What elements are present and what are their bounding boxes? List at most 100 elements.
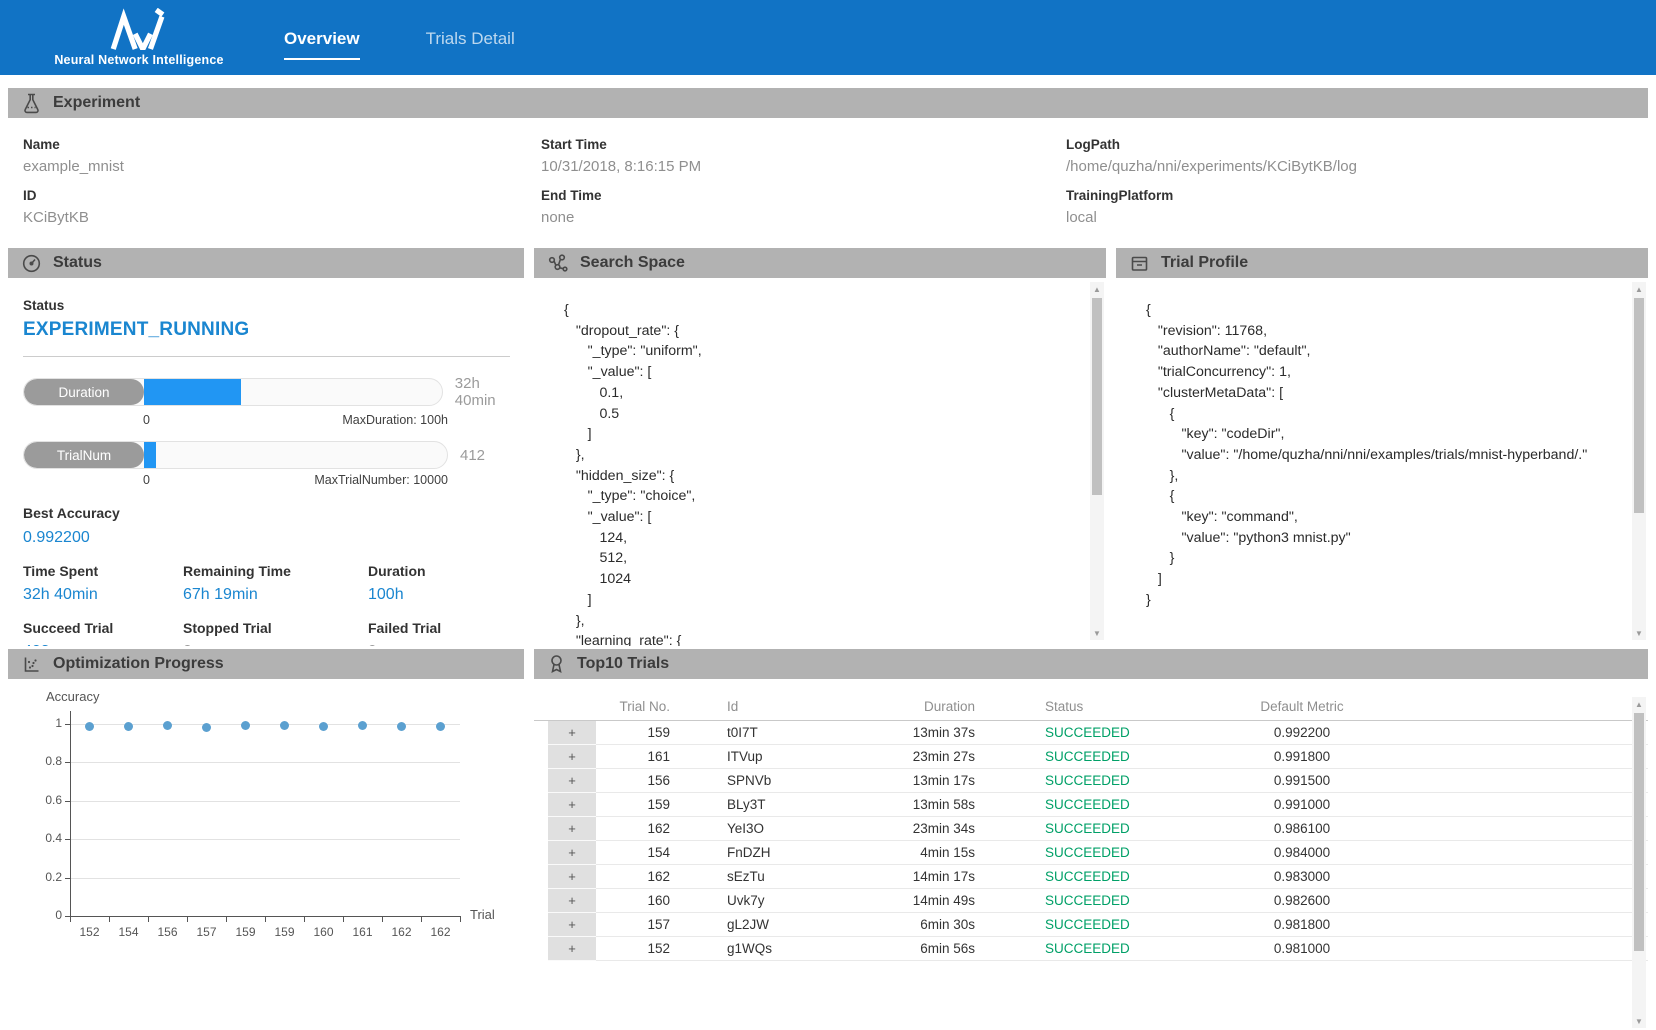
x-tick-label: 157 bbox=[189, 925, 225, 939]
search-space-scroll-thumb[interactable] bbox=[1092, 298, 1102, 495]
x-tick bbox=[460, 916, 461, 922]
x-tick bbox=[187, 916, 188, 922]
metric-succeed-trial: Succeed Trial 403 bbox=[23, 620, 183, 646]
top10-scrollbar[interactable]: ▲ ▼ bbox=[1632, 697, 1646, 1028]
duration-progress-row: Duration 32h 40min bbox=[23, 375, 524, 409]
expand-row-button[interactable]: + bbox=[548, 865, 596, 889]
cell-default-metric: 0.986100 bbox=[1172, 817, 1432, 841]
x-tick-label: 161 bbox=[345, 925, 381, 939]
trialnum-progress-track: TrialNum bbox=[23, 441, 448, 469]
page-main: Experiment Name example_mnist ID KCiBytK… bbox=[0, 75, 1656, 1030]
expand-row-button[interactable]: + bbox=[548, 769, 596, 793]
experiment-section: Experiment Name example_mnist ID KCiBytK… bbox=[8, 88, 1648, 246]
cell-default-metric: 0.981800 bbox=[1172, 913, 1432, 937]
trialnum-max: MaxTrialNumber: 10000 bbox=[314, 473, 448, 487]
field-name-value: example_mnist bbox=[23, 158, 541, 179]
search-space-panel: { "dropout_rate": { "_type": "uniform", … bbox=[534, 278, 1106, 646]
expand-row-button[interactable]: + bbox=[548, 793, 596, 817]
field-start-time-label: Start Time bbox=[541, 130, 1066, 158]
trialnum-progress-value: 412 bbox=[460, 447, 485, 464]
scroll-up-icon[interactable]: ▲ bbox=[1632, 282, 1646, 296]
field-end-time-label: End Time bbox=[541, 181, 1066, 209]
expand-row-button[interactable]: + bbox=[548, 889, 596, 913]
cell-duration: 13min 17s bbox=[837, 769, 987, 793]
search-space-scrollbar[interactable]: ▲ ▼ bbox=[1090, 282, 1104, 640]
experiment-col-2: Start Time 10/31/2018, 8:16:15 PM End Ti… bbox=[541, 130, 1066, 232]
duration-min: 0 bbox=[143, 413, 150, 427]
cell-default-metric: 0.991000 bbox=[1172, 793, 1432, 817]
cell-status: SUCCEEDED bbox=[987, 913, 1172, 937]
y-tick-label: 0.8 bbox=[30, 754, 62, 768]
cell-status: SUCCEEDED bbox=[987, 793, 1172, 817]
cell-default-metric: 0.982600 bbox=[1172, 889, 1432, 913]
cell-trial-no: 152 bbox=[596, 937, 682, 961]
cell-id: ITVup bbox=[682, 745, 837, 769]
cell-id: BLy3T bbox=[682, 793, 837, 817]
cell-trial-no: 162 bbox=[596, 817, 682, 841]
col-trial-no: Trial No. bbox=[596, 693, 682, 721]
trial-profile-scrollbar[interactable]: ▲ ▼ bbox=[1632, 282, 1646, 640]
scroll-up-icon[interactable]: ▲ bbox=[1632, 697, 1646, 711]
table-row: +159t0I7T13min 37sSUCCEEDED0.992200 bbox=[534, 721, 1648, 745]
x-tick bbox=[109, 916, 110, 922]
trial-profile-panel: { "revision": 11768, "authorName": "defa… bbox=[1116, 278, 1648, 646]
col-default-metric: Default Metric bbox=[1172, 693, 1432, 721]
optimization-section-bar: Optimization Progress bbox=[8, 649, 524, 679]
x-tick-label: 159 bbox=[228, 925, 264, 939]
gridline bbox=[70, 762, 460, 763]
x-axis-title: Trial bbox=[470, 907, 495, 922]
cell-id: Uvk7y bbox=[682, 889, 837, 913]
cell-id: FnDZH bbox=[682, 841, 837, 865]
field-logpath-value: /home/quzha/nni/experiments/KCiBytKB/log bbox=[1066, 158, 1648, 179]
cell-status: SUCCEEDED bbox=[987, 865, 1172, 889]
tab-overview[interactable]: Overview bbox=[284, 29, 360, 60]
optimization-section: Optimization Progress AccuracyTrial00.20… bbox=[8, 649, 524, 1030]
cell-duration: 14min 17s bbox=[837, 865, 987, 889]
field-id-value: KCiBytKB bbox=[23, 209, 541, 230]
cell-default-metric: 0.981000 bbox=[1172, 937, 1432, 961]
status-divider bbox=[23, 356, 510, 357]
trial-profile-scroll-thumb[interactable] bbox=[1634, 298, 1644, 513]
duration-progress-bounds: 0 MaxDuration: 100h bbox=[143, 413, 448, 427]
expand-row-button[interactable]: + bbox=[548, 913, 596, 937]
metric-stopped-trial: Stopped Trial 0 bbox=[183, 620, 368, 646]
scroll-down-icon[interactable]: ▼ bbox=[1632, 626, 1646, 640]
field-name: Name example_mnist bbox=[23, 130, 541, 179]
y-tick-label: 0.2 bbox=[30, 870, 62, 884]
top10-scroll-thumb[interactable] bbox=[1634, 713, 1644, 951]
trial-metrics-row: Succeed Trial 403 Stopped Trial 0 Failed… bbox=[23, 620, 524, 646]
optimization-chart: AccuracyTrial00.20.40.60.811521541561571… bbox=[8, 679, 524, 1009]
table-row: +154FnDZH4min 15sSUCCEEDED0.984000 bbox=[534, 841, 1648, 865]
scroll-down-icon[interactable]: ▼ bbox=[1090, 626, 1104, 640]
status-label: Status bbox=[23, 298, 524, 313]
scatter-point bbox=[319, 722, 328, 731]
field-training-platform-label: TrainingPlatform bbox=[1066, 181, 1648, 209]
tab-trials-detail[interactable]: Trials Detail bbox=[426, 29, 515, 60]
expand-row-button[interactable]: + bbox=[548, 841, 596, 865]
field-logpath-label: LogPath bbox=[1066, 130, 1648, 158]
cell-default-metric: 0.992200 bbox=[1172, 721, 1432, 745]
best-accuracy-value: 0.992200 bbox=[23, 529, 524, 547]
main-nav: Overview Trials Detail bbox=[284, 29, 515, 60]
scroll-up-icon[interactable]: ▲ bbox=[1090, 282, 1104, 296]
expand-row-button[interactable]: + bbox=[548, 745, 596, 769]
cell-status: SUCCEEDED bbox=[987, 721, 1172, 745]
field-training-platform: TrainingPlatform local bbox=[1066, 181, 1648, 230]
cell-trial-no: 159 bbox=[596, 721, 682, 745]
expand-row-button[interactable]: + bbox=[548, 937, 596, 961]
field-training-platform-value: local bbox=[1066, 209, 1648, 230]
cell-trial-no: 154 bbox=[596, 841, 682, 865]
field-logpath: LogPath /home/quzha/nni/experiments/KCiB… bbox=[1066, 130, 1648, 179]
search-space-title: Search Space bbox=[580, 254, 685, 272]
x-tick-label: 152 bbox=[72, 925, 108, 939]
y-tick-label: 0.4 bbox=[30, 831, 62, 845]
scatter-point bbox=[163, 721, 172, 730]
cell-duration: 6min 56s bbox=[837, 937, 987, 961]
scroll-down-icon[interactable]: ▼ bbox=[1632, 1014, 1646, 1028]
expand-row-button[interactable]: + bbox=[548, 817, 596, 841]
x-tick-label: 162 bbox=[423, 925, 459, 939]
expand-row-button[interactable]: + bbox=[548, 721, 596, 745]
gridline bbox=[70, 878, 460, 879]
cell-status: SUCCEEDED bbox=[987, 745, 1172, 769]
status-section-bar: Status bbox=[8, 248, 524, 278]
